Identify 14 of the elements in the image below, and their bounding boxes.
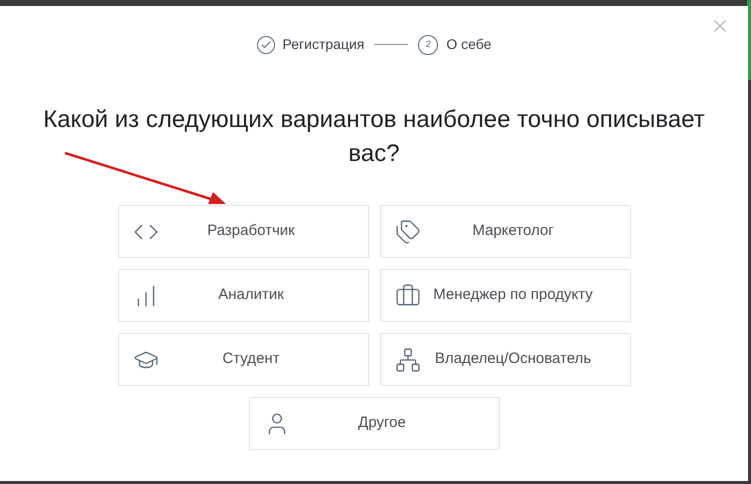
tag-icon	[394, 218, 420, 244]
step-number: 2	[418, 34, 438, 54]
role-option[interactable]: Владелец/Основатель	[380, 333, 630, 386]
role-option[interactable]: Маркетолог	[380, 205, 630, 258]
role-option[interactable]: Студент	[118, 333, 368, 386]
role-option[interactable]: Аналитик	[118, 269, 368, 322]
briefcase-icon	[394, 282, 420, 308]
role-option[interactable]: Менеджер по продукту	[380, 269, 630, 322]
question-heading: Какой из следующих вариантов наиболее точно описывает вас?	[42, 105, 706, 169]
hierarchy-icon	[394, 346, 420, 372]
role-option[interactable]: Разработчик	[118, 205, 368, 258]
step-label: Регистрация	[282, 35, 364, 54]
role-option[interactable]: Другое	[248, 397, 500, 450]
step-label: О себе	[446, 35, 492, 54]
